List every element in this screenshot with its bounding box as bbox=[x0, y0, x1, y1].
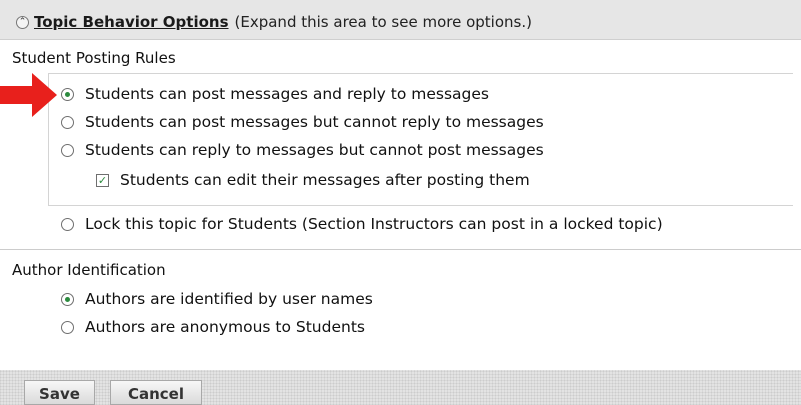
topic-behavior-header: ⌃ Topic Behavior Options (Expand this ar… bbox=[0, 0, 801, 40]
radio-label: Authors are anonymous to Students bbox=[85, 318, 365, 336]
radio-label: Authors are identified by user names bbox=[85, 290, 373, 308]
radio-button-checked[interactable] bbox=[61, 292, 74, 306]
checkbox-checked[interactable]: ✓ bbox=[96, 173, 109, 187]
cancel-button[interactable]: Cancel bbox=[110, 380, 202, 405]
radio-option-anonymous[interactable]: Authors are anonymous to Students bbox=[61, 318, 365, 336]
radio-option-reply-no-post[interactable]: Students can reply to messages but canno… bbox=[61, 141, 544, 159]
radio-label: Lock this topic for Students (Section In… bbox=[85, 215, 663, 233]
checkbox-option-edit-messages[interactable]: ✓ Students can edit their messages after… bbox=[96, 171, 530, 189]
radio-option-post-and-reply[interactable]: Students can post messages and reply to … bbox=[61, 85, 489, 103]
radio-button[interactable] bbox=[61, 217, 74, 231]
radio-label: Students can post messages but cannot re… bbox=[85, 113, 544, 131]
radio-label: Students can post messages and reply to … bbox=[85, 85, 489, 103]
radio-button[interactable] bbox=[61, 115, 74, 129]
student-posting-rules-label: Student Posting Rules bbox=[12, 49, 176, 67]
radio-button[interactable] bbox=[61, 143, 74, 157]
radio-option-post-no-reply[interactable]: Students can post messages but cannot re… bbox=[61, 113, 544, 131]
red-arrow-icon bbox=[0, 73, 57, 117]
radio-button[interactable] bbox=[61, 320, 74, 334]
collapse-chevron-icon[interactable]: ⌃ bbox=[16, 15, 29, 29]
save-button[interactable]: Save bbox=[24, 380, 95, 405]
header-hint: (Expand this area to see more options.) bbox=[234, 13, 532, 31]
author-identification-label: Author Identification bbox=[12, 261, 166, 279]
section-divider bbox=[0, 249, 801, 250]
radio-option-lock-topic[interactable]: Lock this topic for Students (Section In… bbox=[61, 215, 663, 233]
radio-option-identified-by-username[interactable]: Authors are identified by user names bbox=[61, 290, 373, 308]
header-row: ⌃ Topic Behavior Options (Expand this ar… bbox=[16, 13, 532, 31]
radio-label: Students can reply to messages but canno… bbox=[85, 141, 544, 159]
radio-button-checked[interactable] bbox=[61, 87, 74, 101]
topic-behavior-options-link[interactable]: Topic Behavior Options bbox=[34, 13, 229, 31]
checkbox-label: Students can edit their messages after p… bbox=[120, 171, 530, 189]
